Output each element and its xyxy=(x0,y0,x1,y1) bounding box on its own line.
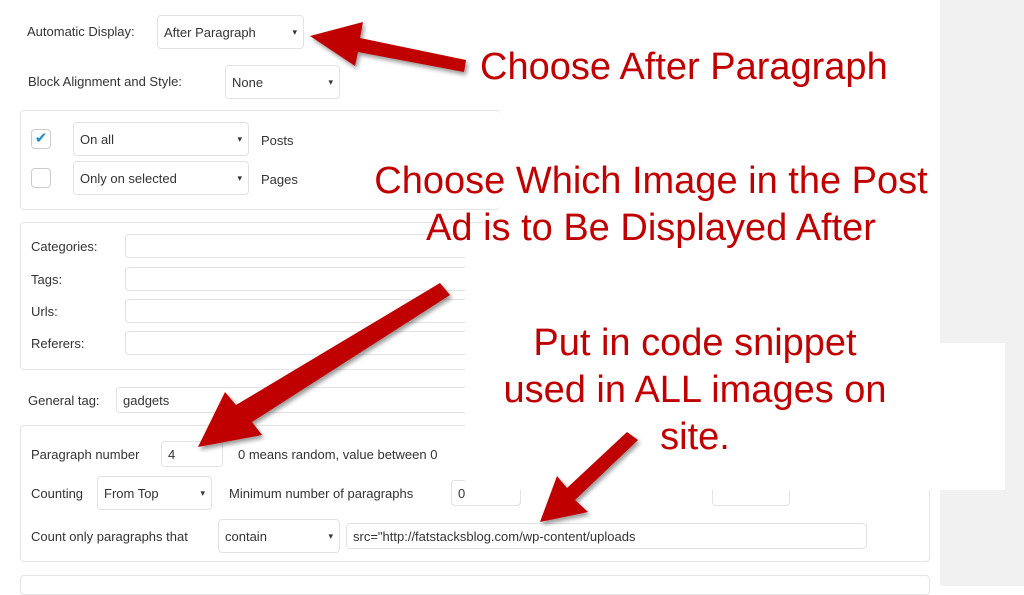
pages-label: Pages xyxy=(261,172,298,187)
annotation-choose-after-paragraph: Choose After Paragraph xyxy=(480,46,888,88)
annotation-choose-image-1: Choose Which Image in the Post xyxy=(374,160,928,202)
posts-label: Posts xyxy=(261,133,294,148)
general-tag-input[interactable]: gadgets xyxy=(116,387,516,413)
count-only-label: Count only paragraphs that xyxy=(31,529,188,544)
block-alignment-label: Block Alignment and Style: xyxy=(28,74,182,89)
urls-label: Urls: xyxy=(31,304,58,319)
count-only-input[interactable]: src="http://fatstacksblog.com/wp-content… xyxy=(346,523,867,549)
paragraph-number-hint: 0 means random, value between 0 xyxy=(238,447,438,462)
paragraph-number-input[interactable]: 4 xyxy=(161,441,223,467)
min-paragraphs-label: Minimum number of paragraphs xyxy=(229,486,414,501)
automatic-display-select[interactable]: After Paragraph xyxy=(157,15,304,49)
pages-select[interactable]: Only on selected xyxy=(73,161,249,195)
categories-label: Categories: xyxy=(31,239,98,254)
annotation-code-snippet-3: site. xyxy=(660,416,730,458)
pages-checkbox[interactable] xyxy=(31,168,51,188)
paragraph-number-label: Paragraph number xyxy=(31,447,140,462)
general-tag-label: General tag: xyxy=(28,393,100,408)
urls-input[interactable] xyxy=(125,299,505,323)
tags-input[interactable] xyxy=(125,267,505,291)
automatic-display-label: Automatic Display: xyxy=(27,24,135,39)
annotation-choose-image-2: Ad is to Be Displayed After xyxy=(426,207,876,249)
referers-label: Referers: xyxy=(31,336,85,351)
count-only-select[interactable]: contain xyxy=(218,519,340,553)
posts-checkbox[interactable]: ✔ xyxy=(31,129,51,149)
annotation-code-snippet-2: used in ALL images on xyxy=(503,369,887,411)
block-alignment-select[interactable]: None xyxy=(225,65,340,99)
counting-select[interactable]: From Top xyxy=(97,476,212,510)
annotation-code-snippet-1: Put in code snippet xyxy=(533,322,857,364)
checkmark-icon: ✔ xyxy=(34,130,48,147)
counting-label: Counting xyxy=(31,486,84,501)
next-panel xyxy=(20,575,930,595)
posts-select[interactable]: On all xyxy=(73,122,249,156)
side-panel xyxy=(940,0,1024,586)
tags-label: Tags: xyxy=(31,272,63,287)
referers-input[interactable] xyxy=(125,331,505,355)
